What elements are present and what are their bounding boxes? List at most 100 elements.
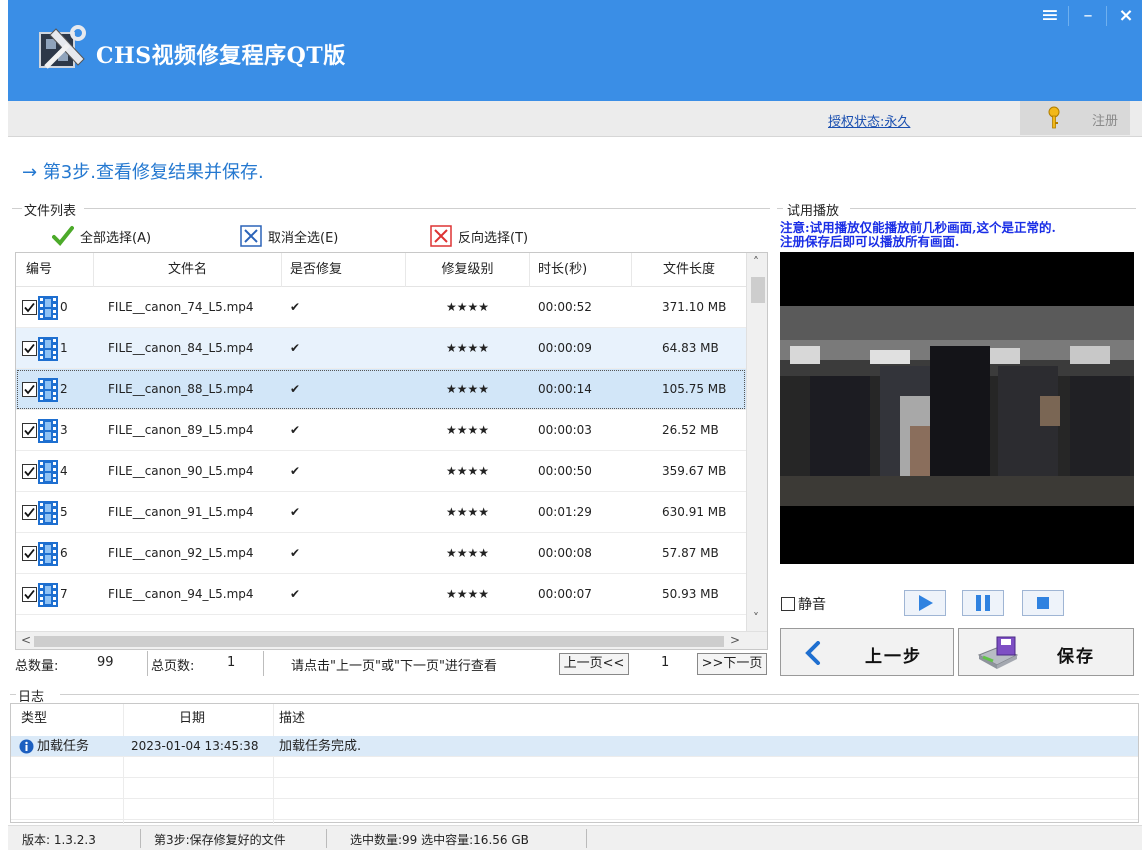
close-button[interactable]: ×: [1110, 4, 1142, 28]
stop-button[interactable]: [1022, 590, 1064, 616]
log-row[interactable]: 加载任务 2023-01-04 13:45:38 加载任务完成.: [11, 736, 1138, 757]
horizontal-scrollbar[interactable]: < >: [16, 631, 767, 649]
table-row[interactable]: 7 FILE__canon_94_L5.mp4 ✔ ★★★★ 00:00:07 50.93…: [16, 574, 746, 615]
row-size: 26.52 MB: [662, 423, 719, 437]
row-size: 50.93 MB: [662, 587, 719, 601]
row-id: 5: [60, 505, 68, 519]
log-desc: 加载任务完成.: [279, 739, 362, 754]
column-header-size[interactable]: 文件长度: [632, 253, 746, 287]
back-label: 上一步: [865, 647, 922, 667]
table-row[interactable]: 3 FILE__canon_89_L5.mp4 ✔ ★★★★ 00:00:03 26.52…: [16, 410, 746, 451]
pager-hint: 请点击"上一页"或"下一页"进行查看: [291, 659, 497, 674]
license-status-link[interactable]: 授权状态:永久: [828, 111, 910, 130]
film-icon: [38, 378, 58, 402]
row-checkbox[interactable]: [22, 341, 37, 356]
save-label: 保存: [1057, 647, 1095, 667]
row-level: ★★★★: [446, 341, 490, 355]
register-label: 注册: [1092, 114, 1119, 129]
next-page-button[interactable]: >>下一页: [697, 653, 767, 675]
group-border: [60, 694, 1139, 695]
info-icon: [19, 739, 34, 754]
row-level: ★★★★: [446, 423, 490, 437]
table-row[interactable]: 2 FILE__canon_88_L5.mp4 ✔ ★★★★ 00:00:14 105.7…: [16, 369, 746, 410]
row-filename: FILE__canon_88_L5.mp4: [108, 382, 254, 396]
video-player[interactable]: [780, 252, 1134, 564]
row-id: 7: [60, 587, 68, 601]
row-checkbox[interactable]: [22, 464, 37, 479]
row-checkbox[interactable]: [22, 300, 37, 315]
log-header-desc[interactable]: 描述: [279, 704, 305, 734]
row-size: 359.67 MB: [662, 464, 727, 478]
row-duration: 00:01:29: [538, 505, 592, 519]
column-header-filename[interactable]: 文件名: [94, 253, 282, 287]
table-row[interactable]: 1 FILE__canon_84_L5.mp4 ✔ ★★★★ 00:00:09 64.83…: [16, 328, 746, 369]
group-border: [10, 694, 16, 695]
row-filename: FILE__canon_91_L5.mp4: [108, 505, 254, 519]
total-count-label: 总数量:: [15, 659, 59, 674]
mute-label: 静音: [798, 597, 826, 613]
column-header-id[interactable]: 编号: [16, 253, 94, 287]
title-separator: [1068, 6, 1069, 26]
film-icon: [38, 501, 58, 525]
mute-checkbox[interactable]: [781, 597, 795, 611]
row-checkbox[interactable]: [22, 505, 37, 520]
row-id: 4: [60, 464, 68, 478]
row-duration: 00:00:03: [538, 423, 592, 437]
back-button[interactable]: 上一步: [780, 628, 954, 676]
video-frame-image: [780, 306, 1134, 506]
row-duration: 00:00:07: [538, 587, 592, 601]
scroll-right-arrow-icon[interactable]: >: [730, 633, 740, 647]
menu-button[interactable]: ≡: [1034, 4, 1066, 28]
preview-note-line1: 注意:试用播放仅能播放前几秒画面,这个是正常的.: [780, 220, 1056, 235]
table-row[interactable]: 5 FILE__canon_91_L5.mp4 ✔ ★★★★ 00:01:29 630.9…: [16, 492, 746, 533]
log-header-date[interactable]: 日期: [179, 704, 205, 734]
row-checkbox[interactable]: [22, 423, 37, 438]
column-header-repaired[interactable]: 是否修复: [282, 253, 406, 287]
deselect-all-button[interactable]: 取消全选(E): [240, 224, 338, 248]
file-table: 编号 文件名 是否修复 修复级别 时长(秒) 文件长度 0 FILE__canon…: [15, 252, 768, 650]
select-all-button[interactable]: 全部选择(A): [52, 224, 151, 248]
preview-note-line2: 注册保存后即可以播放所有画面.: [780, 234, 960, 249]
prev-page-button[interactable]: 上一页<<: [559, 653, 629, 675]
checkmark-icon: [52, 226, 74, 246]
row-size: 57.87 MB: [662, 546, 719, 560]
table-row[interactable]: 0 FILE__canon_74_L5.mp4 ✔ ★★★★ 00:00:52 371.1…: [16, 287, 746, 328]
log-header-type[interactable]: 类型: [21, 704, 47, 734]
film-icon: [38, 337, 58, 361]
row-level: ★★★★: [446, 546, 490, 560]
register-button[interactable]: 注册: [1020, 101, 1130, 135]
row-size: 64.83 MB: [662, 341, 719, 355]
pager-separator: [147, 651, 148, 676]
total-count-value: 99: [97, 655, 114, 670]
save-button[interactable]: 保存: [958, 628, 1134, 676]
column-header-level[interactable]: 修复级别: [406, 253, 530, 287]
status-separator: [140, 829, 141, 848]
horizontal-scroll-thumb[interactable]: [34, 636, 724, 647]
file-list-title: 文件列表: [22, 200, 79, 219]
scroll-down-arrow-icon[interactable]: ˅: [753, 611, 759, 625]
table-row[interactable]: 6 FILE__canon_92_L5.mp4 ✔ ★★★★ 00:00:08 57.87…: [16, 533, 746, 574]
deselect-icon: [240, 225, 262, 247]
minimize-button[interactable]: –: [1072, 4, 1104, 28]
column-header-duration[interactable]: 时长(秒): [530, 253, 632, 287]
play-icon: [919, 595, 933, 611]
play-button[interactable]: [904, 590, 946, 616]
license-bar: 授权状态:永久 注册: [8, 101, 1142, 137]
row-id: 0: [60, 300, 68, 314]
vertical-scroll-thumb[interactable]: [751, 277, 765, 303]
chevron-left-icon: [805, 641, 820, 665]
row-size: 371.10 MB: [662, 300, 727, 314]
table-row[interactable]: 4 FILE__canon_90_L5.mp4 ✔ ★★★★ 00:00:50 359.6…: [16, 451, 746, 492]
scroll-up-arrow-icon[interactable]: ˄: [753, 255, 759, 269]
pause-button[interactable]: [962, 590, 1004, 616]
vertical-scrollbar[interactable]: ˄ ˅: [746, 253, 767, 631]
row-checkbox[interactable]: [22, 382, 37, 397]
invert-selection-button[interactable]: 反向选择(T): [430, 224, 528, 248]
group-border: [84, 208, 770, 209]
table-header: 编号 文件名 是否修复 修复级别 时长(秒) 文件长度: [16, 253, 746, 287]
row-checkbox[interactable]: [22, 546, 37, 561]
mute-toggle[interactable]: 静音: [781, 594, 826, 614]
row-id: 6: [60, 546, 68, 560]
scroll-left-arrow-icon[interactable]: <: [21, 633, 31, 647]
row-checkbox[interactable]: [22, 587, 37, 602]
